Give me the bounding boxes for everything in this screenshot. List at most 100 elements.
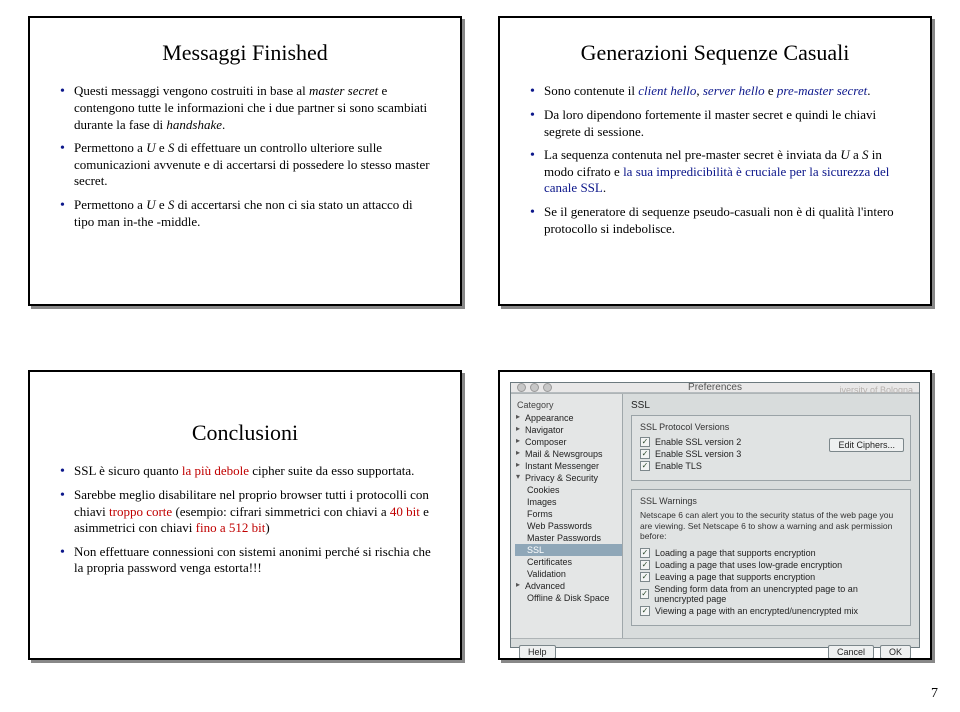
label: Leaving a page that supports encryption (655, 572, 815, 582)
text: e (156, 197, 168, 212)
pref-main-panel: SSL SSL Protocol Versions ✓Enable SSL ve… (623, 394, 919, 638)
category-cookies[interactable]: Cookies (515, 484, 622, 496)
checkbox-sslv3[interactable]: ✓Enable SSL version 3 (640, 448, 829, 460)
list-item: Non effettuare connessioni con sistemi a… (58, 544, 432, 577)
category-forms[interactable]: Forms (515, 508, 622, 520)
checkbox-tls[interactable]: ✓Enable TLS (640, 460, 829, 472)
text-red: 40 bit (390, 504, 420, 519)
ok-button[interactable]: OK (880, 645, 911, 659)
text-red: troppo corte (109, 504, 172, 519)
label: Sending form data from an unencrypted pa… (654, 584, 904, 604)
ssl-versions-group: SSL Protocol Versions ✓Enable SSL versio… (631, 415, 911, 481)
category-privacy-security[interactable]: Privacy & Security (515, 472, 622, 484)
slide-title: Messaggi Finished (58, 40, 432, 65)
category-ssl[interactable]: SSL (515, 544, 622, 556)
group-title: SSL Protocol Versions (640, 422, 904, 432)
pref-body: Category Appearance Navigator Composer M… (511, 393, 919, 638)
slide-generazioni-sequenze: Generazioni Sequenze Casuali Sono conten… (498, 16, 932, 306)
preferences-window: Preferences iversity of Bologna Category… (510, 382, 920, 648)
checkbox-icon: ✓ (640, 606, 650, 616)
category-appearance[interactable]: Appearance (515, 412, 622, 424)
label: Cookies (527, 485, 560, 495)
list-item: Sarebbe meglio disabilitare nel proprio … (58, 487, 432, 537)
text: SSL è sicuro quanto (74, 463, 182, 478)
text: Non effettuare connessioni con sistemi a… (74, 544, 431, 576)
label: Images (527, 497, 557, 507)
category-web-passwords[interactable]: Web Passwords (515, 520, 622, 532)
checkbox-warn-leave[interactable]: ✓ Leaving a page that supports encryption (640, 571, 904, 583)
label: Enable SSL version 2 (655, 437, 741, 447)
slide-conclusioni: Conclusioni SSL è sicuro quanto la più d… (28, 370, 462, 660)
label: Offline & Disk Space (527, 593, 609, 603)
dialog-buttons: Help Cancel OK (511, 638, 919, 660)
category-sidebar: Category Appearance Navigator Composer M… (511, 394, 623, 638)
checkbox-icon: ✓ (640, 589, 649, 599)
text: cipher suite da esso supportata. (249, 463, 414, 478)
list-item: SSL è sicuro quanto la più debole cipher… (58, 463, 432, 480)
category-navigator[interactable]: Navigator (515, 424, 622, 436)
checkbox-sslv2[interactable]: ✓Enable SSL version 2 (640, 436, 829, 448)
label: Certificates (527, 557, 572, 567)
category-certificates[interactable]: Certificates (515, 556, 622, 568)
list-item: Se il generatore di sequenze pseudo-casu… (528, 204, 902, 237)
category-list: Appearance Navigator Composer Mail & New… (515, 412, 622, 604)
checkbox-warn-mixed[interactable]: ✓Viewing a page with an encrypted/unencr… (640, 605, 904, 617)
label: SSL (527, 545, 544, 555)
slide-title: Generazioni Sequenze Casuali (528, 40, 902, 65)
checkbox-icon: ✓ (640, 548, 650, 558)
list-item: Permettono a U e S di effettuare un cont… (58, 140, 432, 190)
text-italic: handshake (166, 117, 222, 132)
text: Questi messaggi vengono costruiti in bas… (74, 83, 309, 98)
cancel-button[interactable]: Cancel (828, 645, 874, 659)
category-master-passwords[interactable]: Master Passwords (515, 532, 622, 544)
label: Loading a page that uses low-grade encry… (655, 560, 842, 570)
text: Permettono a (74, 197, 146, 212)
checkbox-warn-form[interactable]: ✓ Sending form data from an unencrypted p… (640, 583, 904, 605)
text: (esempio: cifrari simmetrici con chiavi … (172, 504, 390, 519)
list-item: Permettono a U e S di accertarsi che non… (58, 197, 432, 230)
page-number: 7 (931, 686, 938, 702)
list-item: Da loro dipendono fortemente il master s… (528, 107, 902, 140)
bullet-list: SSL è sicuro quanto la più debole cipher… (58, 463, 432, 577)
text: La sequenza contenuta nel pre-master sec… (544, 147, 840, 162)
bullet-list: Questi messaggi vengono costruiti in bas… (58, 83, 432, 230)
category-mail[interactable]: Mail & Newsgroups (515, 448, 622, 460)
checkbox-warn-lowgrade[interactable]: ✓Loading a page that uses low-grade encr… (640, 559, 904, 571)
help-button[interactable]: Help (519, 645, 556, 659)
text-italic: master secret (309, 83, 378, 98)
category-advanced[interactable]: Advanced (515, 580, 622, 592)
label: Validation (527, 569, 566, 579)
edit-ciphers-button[interactable]: Edit Ciphers... (829, 438, 904, 452)
checkbox-warn-encrypt[interactable]: ✓Loading a page that supports encryption (640, 547, 904, 559)
text-italic: U (146, 197, 155, 212)
bullet-list: Sono contenute il client hello, server h… (528, 83, 902, 237)
list-item: Sono contenute il client hello, server h… (528, 83, 902, 100)
checkbox-icon: ✓ (640, 572, 650, 582)
ssl-warnings-group: SSL Warnings Netscape 6 can alert you to… (631, 489, 911, 626)
category-im[interactable]: Instant Messenger (515, 460, 622, 472)
text-italic: U (840, 147, 849, 162)
label: Appearance (525, 413, 574, 423)
category-images[interactable]: Images (515, 496, 622, 508)
checkbox-icon: ✓ (640, 449, 650, 459)
page: Messaggi Finished Questi messaggi vengon… (0, 0, 960, 712)
slide-preferences-screenshot: Preferences iversity of Bologna Category… (498, 370, 932, 660)
category-offline[interactable]: Offline & Disk Space (515, 592, 622, 604)
text: . (603, 180, 606, 195)
text: ) (265, 520, 269, 535)
text-blue-italic: client hello (638, 83, 696, 98)
label: Navigator (525, 425, 564, 435)
list-item: La sequenza contenuta nel pre-master sec… (528, 147, 902, 197)
panel-title: SSL (631, 400, 911, 411)
checkbox-icon: ✓ (640, 461, 650, 471)
text: Sono contenute il (544, 83, 638, 98)
text-red: la più debole (182, 463, 249, 478)
group-title: SSL Warnings (640, 496, 904, 506)
text: e (156, 140, 168, 155)
text: Se il generatore di sequenze pseudo-casu… (544, 204, 894, 236)
category-composer[interactable]: Composer (515, 436, 622, 448)
text: a (850, 147, 862, 162)
category-validation[interactable]: Validation (515, 568, 622, 580)
label: Web Passwords (527, 521, 592, 531)
warnings-intro: Netscape 6 can alert you to the security… (640, 510, 904, 542)
